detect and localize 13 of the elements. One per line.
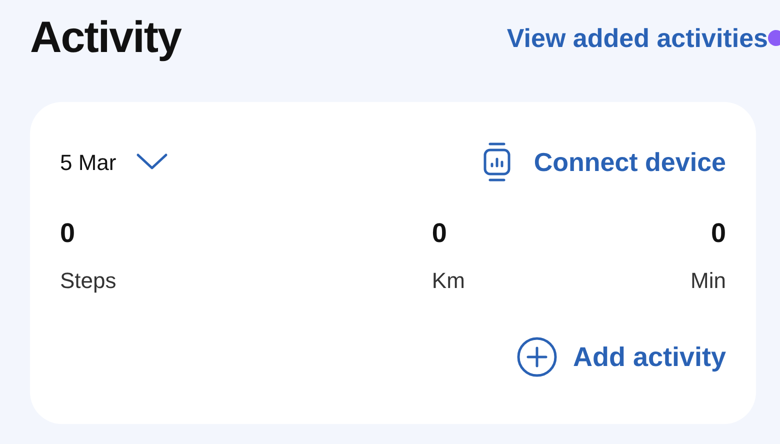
page-title: Activity [30,16,181,60]
stat-label: Km [432,267,465,295]
plus-circle-icon [516,337,557,378]
stat-value: 0 [432,217,447,250]
add-activity-button[interactable]: Add activity [516,337,726,378]
watch-icon [482,142,512,182]
stat-value: 0 [710,217,726,250]
connect-device-button[interactable]: Connect device [482,142,726,182]
stat-label: Steps [60,267,116,295]
view-activities-link[interactable]: View added activities [506,18,768,58]
date-dropdown[interactable]: 5 Mar [60,146,168,178]
stat-label: Min [690,267,726,295]
stat-value: 0 [60,217,76,250]
